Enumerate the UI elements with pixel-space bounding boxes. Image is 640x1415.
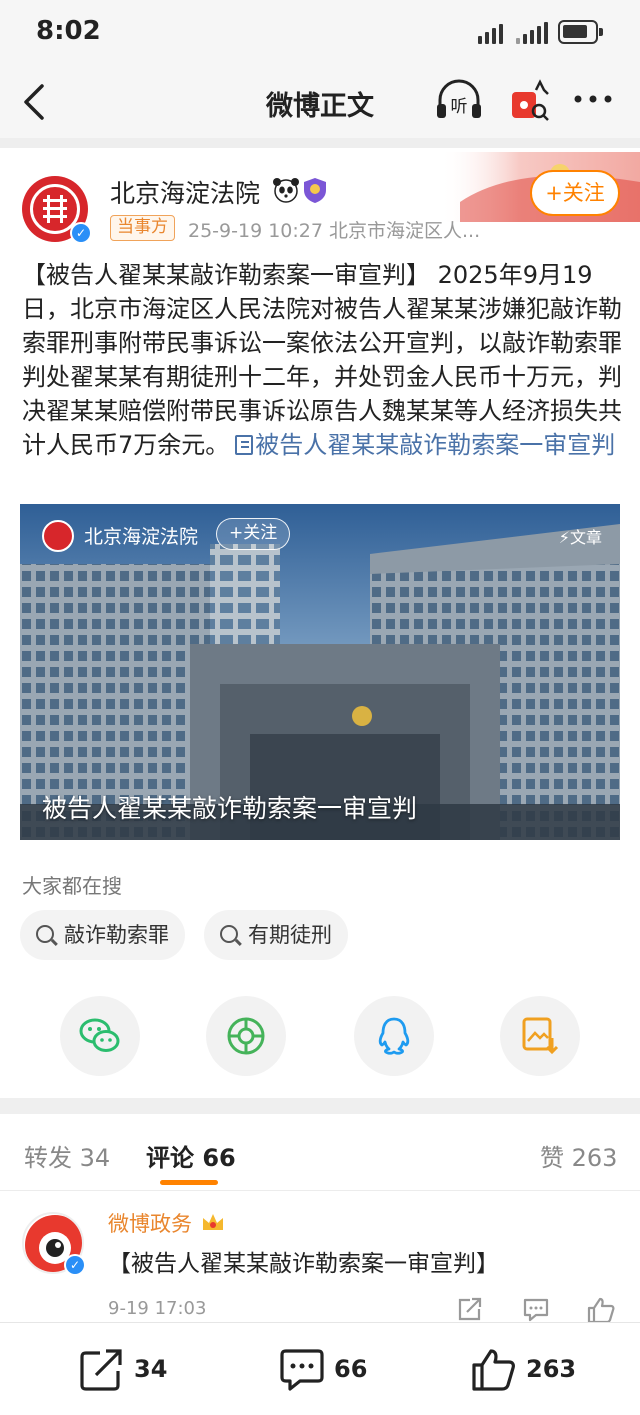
gift-icon[interactable] (506, 78, 550, 124)
like-count: 263 (526, 1355, 577, 1383)
comment-icon (280, 1349, 324, 1391)
party-tag: 当事方 (110, 215, 175, 241)
svg-text:听: 听 (451, 97, 468, 117)
card-source-avatar (42, 520, 74, 552)
comment-count: 66 (334, 1355, 368, 1383)
lightning-icon: ⚡ (558, 528, 570, 547)
article-link-icon[interactable] (235, 435, 254, 455)
card-type-label: ⚡文章 (559, 524, 602, 548)
moments-icon (227, 1017, 265, 1055)
follow-button[interactable]: +关注 (530, 170, 620, 216)
status-time: 8:02 (36, 16, 101, 46)
comment-reply-icon[interactable] (522, 1296, 550, 1322)
share-qq-button[interactable] (354, 996, 434, 1076)
post-body: 【被告人翟某某敲诈勒索案一审宣判】 2025年9月19日，北京市海淀区人民法院对… (22, 258, 622, 462)
share-wechat-button[interactable] (60, 996, 140, 1076)
card-source-name: 北京海淀法院 (84, 526, 199, 548)
search-icon (220, 925, 238, 943)
listen-icon[interactable]: 听 (434, 78, 484, 124)
battery-icon (558, 20, 603, 44)
share-moments-button[interactable] (206, 996, 286, 1076)
tab-like-label: 赞 (540, 1144, 564, 1172)
comment-time: 9-19 17:03 (108, 1298, 207, 1319)
repost-icon (80, 1349, 122, 1391)
tab-repost[interactable]: 转发 34 (24, 1138, 110, 1173)
save-image-icon (522, 1017, 559, 1055)
crown-icon (203, 1214, 223, 1230)
card-title: 被告人翟某某敲诈勒索案一审宣判 (42, 794, 418, 823)
bottom-action-bar: 34 66 263 (0, 1322, 640, 1415)
active-tab-indicator (160, 1180, 218, 1185)
card-follow-button[interactable]: +关注 (216, 518, 291, 550)
qq-icon (378, 1017, 410, 1055)
hot-search-label: 大家都在搜 (22, 874, 122, 898)
comment-repost-icon[interactable] (456, 1296, 484, 1322)
tab-repost-count: 34 (79, 1144, 111, 1172)
chip-label: 敲诈勒索罪 (64, 923, 169, 947)
more-icon[interactable] (572, 92, 614, 106)
tab-comment-count: 66 (202, 1144, 236, 1172)
status-bar: 8:02 (0, 0, 640, 64)
author-name[interactable]: 北京海淀法院 (110, 174, 260, 210)
chip-label: 有期徒刑 (248, 923, 332, 947)
article-card[interactable]: 北京海淀法院 +关注 ⚡文章 被告人翟某某敲诈勒索案一审宣判 (20, 504, 620, 840)
post-text: 【被告人翟某某敲诈勒索案一审宣判】 2025年9月19日，北京市海淀区人民法院对… (22, 261, 622, 459)
save-image-button[interactable] (500, 996, 580, 1076)
hot-search-chip[interactable]: 敲诈勒索罪 (20, 910, 185, 960)
top-nav: 微博正文 听 (0, 64, 640, 138)
comment-like-icon[interactable] (586, 1296, 616, 1324)
tab-comment[interactable]: 评论 66 (146, 1138, 236, 1173)
section-divider (0, 1098, 640, 1114)
post-meta: 25-9-19 10:27 北京市海淀区人... (188, 220, 481, 242)
card-type-text: 文章 (569, 528, 602, 547)
tab-like[interactable]: 赞 263 (540, 1138, 617, 1173)
verified-badge: ✓ (64, 1254, 86, 1276)
verified-badge: ✓ (70, 222, 92, 244)
signal-icon (478, 22, 503, 44)
tab-separator (0, 1190, 640, 1191)
hot-search-chip[interactable]: 有期徒刑 (204, 910, 348, 960)
tab-like-count: 263 (571, 1144, 618, 1172)
like-icon (472, 1349, 515, 1391)
comment-text: 【被告人翟某某敲诈勒索案一审宣判】 (108, 1251, 499, 1277)
article-link[interactable]: 被告人翟某某敲诈勒索案一审宣判 (255, 431, 615, 459)
shield-icon (304, 178, 326, 203)
signal-2-icon (516, 22, 548, 44)
header-separator (0, 138, 640, 148)
repost-count: 34 (134, 1355, 168, 1383)
tab-comment-label: 评论 (146, 1144, 194, 1172)
panda-icon (273, 178, 299, 203)
comment-author[interactable]: 微博政务 (108, 1208, 192, 1238)
tab-repost-label: 转发 (24, 1144, 72, 1172)
search-icon (36, 925, 54, 943)
wechat-icon (79, 1018, 120, 1052)
